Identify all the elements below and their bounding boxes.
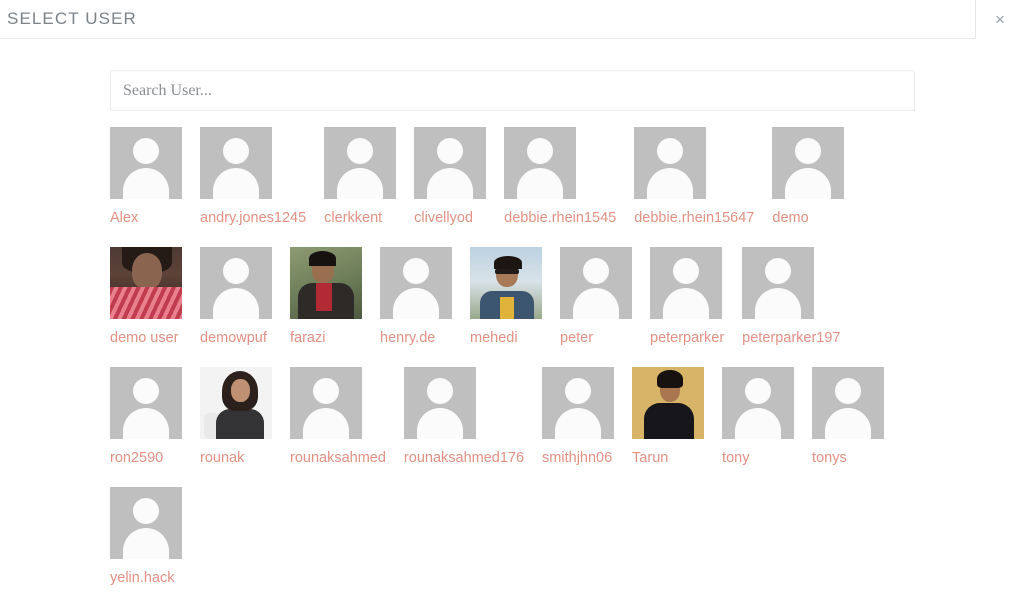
user-label: peter [560, 330, 594, 346]
user-item[interactable]: tony [722, 367, 795, 467]
user-avatar-placeholder-icon [200, 127, 272, 199]
user-avatar-placeholder-icon [110, 367, 182, 439]
user-label: peterparker197 [742, 330, 841, 346]
user-avatar-placeholder-icon [772, 127, 845, 199]
user-avatar-placeholder-icon [290, 367, 362, 439]
user-label: demowpuf [200, 330, 267, 346]
user-avatar-placeholder-icon [634, 127, 707, 199]
user-avatar-placeholder-icon [650, 247, 722, 319]
user-item[interactable]: peter [560, 247, 632, 347]
user-avatar-placeholder-icon [722, 367, 795, 439]
user-item[interactable]: tonys [812, 367, 885, 467]
user-item[interactable]: mehedi [470, 247, 542, 347]
user-label: debbie.rhein15647 [634, 210, 755, 226]
user-avatar-photo [470, 247, 542, 319]
avatar-photo-layer [644, 403, 695, 439]
user-label: henry.de [380, 330, 436, 346]
search-input[interactable] [110, 70, 915, 111]
user-item[interactable]: rounaksahmed176 [403, 367, 525, 467]
user-item[interactable]: peterparker197 [742, 247, 841, 347]
avatar-photo-layer [216, 409, 264, 439]
user-item[interactable]: debbie.rhein15647 [634, 127, 754, 227]
user-label: andry.jones1245 [200, 210, 307, 226]
user-avatar-placeholder-icon [200, 247, 272, 319]
user-avatar-placeholder-icon [812, 367, 885, 439]
user-avatar-placeholder-icon [110, 487, 182, 559]
user-item[interactable]: rounaksahmed [290, 367, 386, 467]
user-avatar-placeholder-icon [403, 367, 476, 439]
user-avatar-placeholder-icon [504, 127, 577, 199]
avatar-photo-layer [493, 256, 522, 269]
user-label: Tarun [632, 450, 669, 466]
avatar-photo-layer [500, 297, 514, 319]
user-grid: Alex andry.jones1245 clerkkent clivellyod de… [0, 111, 940, 607]
user-avatar-placeholder-icon [560, 247, 632, 319]
user-item[interactable]: Tarun [632, 367, 705, 467]
user-label: rounaksahmed176 [403, 450, 525, 466]
avatar-photo-layer [110, 287, 182, 319]
user-item[interactable]: smithjhn06 [542, 367, 615, 467]
avatar-photo-layer [131, 253, 162, 289]
page-title: SELECT USER [7, 9, 137, 28]
user-label: rounak [200, 450, 245, 466]
user-avatar-photo [290, 247, 362, 319]
user-label: farazi [290, 330, 326, 346]
user-label: tony [722, 450, 750, 466]
modal-header: SELECT USER × [0, 0, 1024, 39]
user-avatar-photo [200, 367, 272, 439]
user-item[interactable]: ron2590 [110, 367, 182, 467]
user-avatar-photo [632, 367, 705, 439]
user-avatar-placeholder-icon [324, 127, 397, 199]
user-item[interactable]: demo [772, 127, 845, 227]
search-row [0, 39, 1024, 111]
user-label: Alex [110, 210, 139, 226]
avatar-photo-layer [495, 269, 520, 274]
close-icon[interactable]: × [975, 0, 1024, 39]
user-item[interactable]: farazi [290, 247, 362, 347]
avatar-photo-layer [231, 379, 250, 402]
user-avatar-placeholder-icon [542, 367, 615, 439]
user-label: mehedi [470, 330, 518, 346]
user-avatar-placeholder-icon [110, 127, 182, 199]
user-label: demo [772, 210, 809, 226]
user-item[interactable]: peterparker [650, 247, 724, 347]
user-item[interactable]: demowpuf [200, 247, 272, 347]
user-label: smithjhn06 [542, 450, 613, 466]
user-label: clerkkent [324, 210, 383, 226]
user-item[interactable]: debbie.rhein1545 [504, 127, 616, 227]
user-label: clivellyod [414, 210, 473, 226]
user-avatar-photo [110, 247, 182, 319]
user-item[interactable]: yelin.hack [110, 487, 182, 587]
user-item[interactable]: demo user [110, 247, 182, 347]
user-item[interactable]: clivellyod [414, 127, 487, 227]
user-item[interactable]: rounak [200, 367, 272, 467]
user-label: tonys [812, 450, 847, 466]
avatar-photo-layer [316, 283, 332, 311]
user-item[interactable]: henry.de [380, 247, 452, 347]
user-label: peterparker [650, 330, 725, 346]
user-label: rounaksahmed [290, 450, 386, 466]
user-avatar-placeholder-icon [414, 127, 487, 199]
avatar-photo-layer [309, 251, 337, 266]
user-avatar-placeholder-icon [380, 247, 452, 319]
user-label: ron2590 [110, 450, 164, 466]
user-label: debbie.rhein1545 [504, 210, 617, 226]
user-item[interactable]: clerkkent [324, 127, 397, 227]
modal-body: Alex andry.jones1245 clerkkent clivellyod de… [0, 39, 1024, 607]
user-label: demo user [110, 330, 179, 346]
user-item[interactable]: andry.jones1245 [200, 127, 306, 227]
user-avatar-placeholder-icon [742, 247, 815, 319]
user-item[interactable]: Alex [110, 127, 182, 227]
user-label: yelin.hack [110, 570, 175, 586]
avatar-photo-layer [657, 370, 684, 388]
